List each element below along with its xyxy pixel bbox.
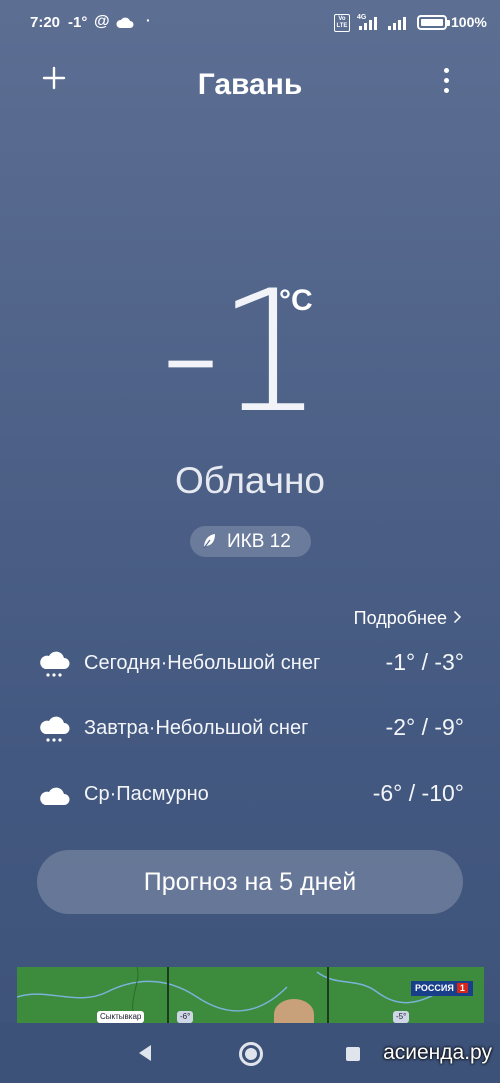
status-at-symbol: @: [94, 13, 110, 30]
add-city-button[interactable]: [38, 62, 70, 94]
forecast-temp-range: -1° / -3°: [385, 649, 464, 675]
forecast-day-label: Ср·Пасмурно: [84, 783, 209, 805]
forecast-row-tomorrow[interactable]: Завтра·Небольшой снег -2° / -9°: [0, 710, 500, 750]
city-title: Гавань: [197, 68, 303, 101]
leaf-icon: [202, 533, 216, 555]
map-temp-tag: -6°: [177, 1011, 194, 1023]
cloud-icon: [38, 778, 72, 817]
panel-divider: [167, 967, 169, 1023]
recents-icon[interactable]: [346, 1047, 360, 1061]
panel-divider: [327, 967, 329, 1023]
channel-logo: РОССИЯ 1: [411, 981, 473, 996]
ad-banner[interactable]: РОССИЯ 1 Сыктывкар -6° -5°: [17, 967, 484, 1023]
channel-logo-text: РОССИЯ: [415, 983, 454, 993]
aqi-label: ИКВ 12: [227, 531, 291, 552]
status-bar: 7:20 -1° @ · Vo LTE 4G 100%: [0, 0, 500, 44]
map-temp-tag: -5°: [393, 1011, 410, 1023]
current-condition: Облачно: [175, 460, 325, 501]
home-icon[interactable]: [239, 1042, 263, 1066]
forecast-row-wednesday[interactable]: Ср·Пасмурно -6° / -10°: [0, 776, 500, 816]
back-icon[interactable]: [137, 1044, 153, 1067]
forecast-temp-range: -6° / -10°: [372, 780, 464, 806]
aqi-badge[interactable]: ИКВ 12: [190, 526, 311, 557]
status-time: 7:20: [30, 14, 61, 31]
map-city-tag: Сыктывкар: [97, 1011, 145, 1023]
status-dot: ·: [146, 12, 151, 28]
forecast-day-label: Сегодня·Небольшой снег: [84, 652, 321, 674]
details-link[interactable]: Подробнее: [354, 608, 462, 629]
snow-cloud-icon: [38, 647, 72, 686]
navigation-bar: асиенда.ру: [0, 1023, 500, 1083]
forecast-temp-range: -2° / -9°: [385, 714, 464, 740]
more-options-button[interactable]: [436, 68, 456, 98]
chevron-right-icon: [453, 608, 462, 629]
presenter-image: [274, 999, 314, 1023]
signal-icon: 4G: [357, 13, 383, 35]
signal-icon-sim2: [387, 13, 409, 35]
five-day-forecast-button[interactable]: Прогноз на 5 дней: [37, 850, 463, 914]
battery-icon: [417, 15, 450, 30]
forecast-row-today[interactable]: Сегодня·Небольшой снег -1° / -3°: [0, 645, 500, 685]
current-temperature: -1: [160, 254, 324, 450]
more-vert-icon: [436, 68, 456, 93]
channel-logo-number: 1: [456, 983, 468, 993]
forecast-day-label: Завтра·Небольшой снег: [84, 717, 309, 739]
network-type-label: 4G: [357, 14, 367, 21]
details-label: Подробнее: [353, 608, 447, 628]
status-temperature: -1°: [68, 14, 88, 31]
plus-icon: [42, 66, 66, 90]
battery-percent: 100%: [451, 14, 487, 30]
watermark: асиенда.ру: [383, 1041, 492, 1064]
volte-icon: Vo LTE: [334, 14, 350, 32]
temperature-unit: °C: [279, 284, 313, 317]
cloud-icon: [116, 16, 134, 33]
snow-cloud-icon: [38, 712, 72, 751]
